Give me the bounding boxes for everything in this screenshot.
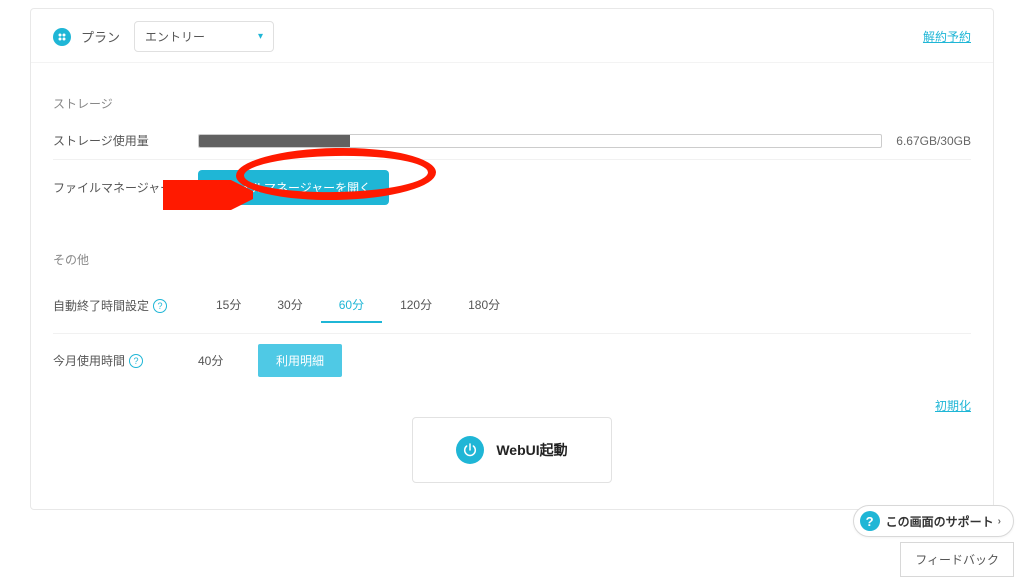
autoend-label-text: 自動終了時間設定 bbox=[53, 297, 149, 314]
settings-panel: プラン エントリー ▾ 解約予約 ストレージ ストレージ使用量 6.67GB/3… bbox=[30, 8, 994, 510]
autoend-row: 自動終了時間設定 ? 15分30分60分120分180分 bbox=[53, 278, 971, 334]
autoend-label: 自動終了時間設定 ? bbox=[53, 297, 198, 314]
chevron-down-icon: ▾ bbox=[258, 31, 263, 42]
cancel-reservation-link[interactable]: 解約予約 bbox=[923, 28, 971, 45]
help-icon[interactable]: ? bbox=[176, 181, 190, 195]
file-manager-label-text: ファイルマネージャー bbox=[53, 179, 172, 196]
power-icon bbox=[456, 436, 484, 464]
plan-label: プラン bbox=[81, 27, 120, 46]
month-usage-value: 40分 bbox=[198, 352, 258, 369]
storage-usage-row: ストレージ使用量 6.67GB/30GB bbox=[53, 122, 971, 160]
month-usage-label: 今月使用時間 ? bbox=[53, 352, 198, 369]
file-manager-label: ファイルマネージャー ? bbox=[53, 179, 198, 196]
storage-bar-fill bbox=[199, 135, 350, 147]
autoend-option[interactable]: 180分 bbox=[450, 288, 518, 323]
help-icon[interactable]: ? bbox=[129, 354, 143, 368]
storage-bar bbox=[198, 134, 882, 148]
open-file-manager-button[interactable]: ファイルマネージャーを開く bbox=[198, 170, 389, 205]
plan-select[interactable]: エントリー ▾ bbox=[134, 21, 274, 52]
plan-select-value: エントリー bbox=[145, 28, 205, 45]
autoend-option[interactable]: 30分 bbox=[259, 288, 320, 323]
page-support-label: この画面のサポート bbox=[886, 513, 994, 530]
autoend-options: 15分30分60分120分180分 bbox=[198, 288, 518, 323]
storage-usage-label: ストレージ使用量 bbox=[53, 132, 198, 149]
plan-row: プラン エントリー ▾ 解約予約 bbox=[31, 9, 993, 63]
month-usage-row: 今月使用時間 ? 40分 利用明細 bbox=[53, 334, 971, 387]
other-section-title: その他 bbox=[53, 251, 971, 268]
storage-section-title: ストレージ bbox=[53, 95, 971, 112]
autoend-option[interactable]: 120分 bbox=[382, 288, 450, 323]
help-icon[interactable]: ? bbox=[153, 299, 167, 313]
webui-launch-label: WebUI起動 bbox=[496, 440, 567, 460]
usage-detail-button[interactable]: 利用明細 bbox=[258, 344, 342, 377]
month-usage-label-text: 今月使用時間 bbox=[53, 352, 125, 369]
brain-icon bbox=[53, 28, 71, 46]
page-support-button[interactable]: ? この画面のサポート › bbox=[853, 505, 1014, 537]
feedback-button[interactable]: フィードバック bbox=[900, 542, 1014, 577]
question-icon: ? bbox=[860, 511, 880, 531]
file-manager-row: ファイルマネージャー ? ファイルマネージャーを開く bbox=[53, 160, 971, 229]
storage-usage-text: 6.67GB/30GB bbox=[896, 134, 971, 148]
webui-launch-button[interactable]: WebUI起動 bbox=[412, 417, 612, 483]
panel-body: ストレージ ストレージ使用量 6.67GB/30GB ファイルマネージャー ? … bbox=[31, 63, 993, 387]
reset-link[interactable]: 初期化 bbox=[935, 397, 971, 414]
autoend-option[interactable]: 15分 bbox=[198, 288, 259, 323]
chevron-right-icon: › bbox=[998, 516, 1001, 527]
autoend-option[interactable]: 60分 bbox=[321, 288, 382, 323]
